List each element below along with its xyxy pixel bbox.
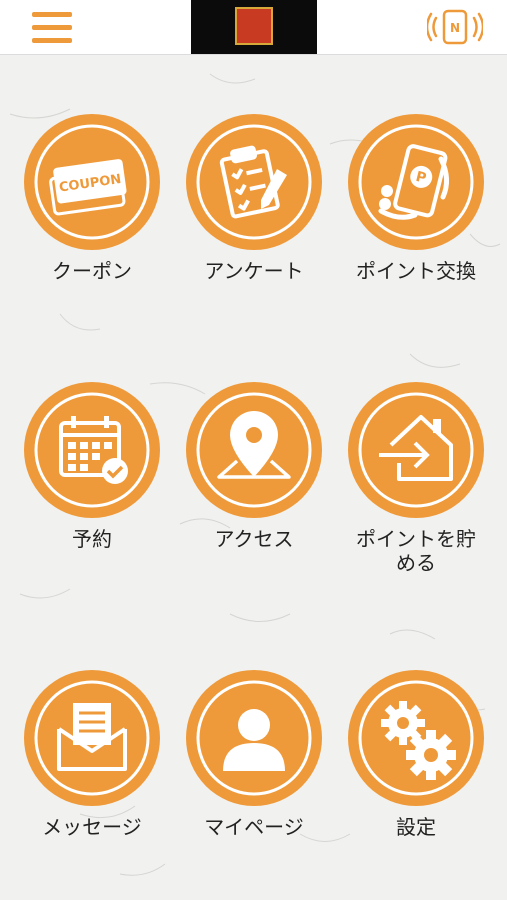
envelope-message-icon (24, 670, 160, 806)
house-enter-icon (348, 382, 484, 518)
logo-emblem (235, 7, 273, 45)
menu-label-point-exchange: ポイント交換 (356, 259, 476, 283)
menu-tile-settings[interactable]: 設定 (331, 663, 501, 839)
map-pin-icon (186, 382, 322, 518)
menu-tile-access[interactable]: アクセス (169, 375, 339, 551)
phone-point-exchange-icon: P (348, 114, 484, 250)
nfc-label: N (450, 21, 460, 35)
user-profile-icon (186, 670, 322, 806)
menu-label-reservation: 予約 (72, 527, 112, 551)
menu-label-survey: アンケート (204, 259, 304, 283)
menu-label-earn-points-line2: める (396, 551, 436, 575)
menu-label-coupon: クーポン (52, 259, 132, 283)
menu-tile-earn-points[interactable]: ポイントを貯 める (331, 375, 501, 575)
clipboard-survey-icon (186, 114, 322, 250)
coupon-icon: COUPON (24, 114, 160, 250)
menu-label-earn-points: ポイントを貯 める (331, 527, 501, 575)
app-header: N (0, 0, 507, 55)
nfc-phone-icon[interactable]: N (425, 8, 485, 46)
menu-tile-coupon[interactable]: COUPON クーポン (7, 107, 177, 283)
menu-tile-mypage[interactable]: マイページ (169, 663, 339, 839)
menu-tile-point-exchange[interactable]: P ポイント交換 (331, 107, 501, 283)
menu-label-earn-points-line1: ポイントを貯 (356, 527, 476, 551)
hamburger-menu-icon[interactable] (30, 10, 74, 46)
menu-label-settings: 設定 (396, 815, 436, 839)
menu-label-message: メッセージ (42, 815, 142, 839)
gears-settings-icon (348, 670, 484, 806)
menu-tile-survey[interactable]: アンケート (169, 107, 339, 283)
calendar-reservation-icon (24, 382, 160, 518)
brand-logo (191, 0, 317, 54)
menu-label-mypage: マイページ (204, 815, 304, 839)
menu-tile-message[interactable]: メッセージ (7, 663, 177, 839)
menu-tile-reservation[interactable]: 予約 (7, 375, 177, 551)
menu-label-access: アクセス (214, 527, 294, 551)
